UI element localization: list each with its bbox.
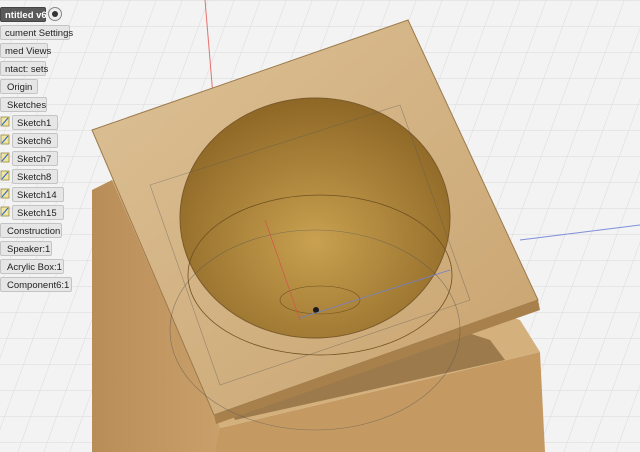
browser-item-sketch6[interactable]: Sketch6: [12, 133, 58, 148]
sketch-icon: [0, 134, 10, 145]
browser-item-document-settings[interactable]: cument Settings: [0, 25, 73, 40]
browser-item-construction[interactable]: Construction: [0, 223, 62, 238]
browser-item-sketch15[interactable]: Sketch15: [12, 205, 64, 220]
speaker-hole: [179, 97, 451, 339]
3d-viewport[interactable]: [0, 0, 640, 452]
browser-item-origin[interactable]: Origin: [0, 79, 38, 94]
browser-item-sketch1[interactable]: Sketch1: [12, 115, 58, 130]
browser-item-named-views[interactable]: med Views: [0, 43, 51, 58]
document-title[interactable]: ntitled v6: [0, 7, 47, 22]
sketch-icon: [0, 188, 10, 199]
browser-item-sketch8[interactable]: Sketch8: [12, 169, 58, 184]
browser-item-contact-sets[interactable]: ntact: sets: [0, 61, 48, 76]
sketch-icon: [0, 152, 10, 163]
browser-item-sketch7[interactable]: Sketch7: [12, 151, 58, 166]
sketch-icon: [0, 206, 10, 217]
sketch-icon: [0, 170, 10, 181]
browser-item-acrylic-box[interactable]: Acrylic Box:1: [0, 259, 64, 274]
browser-panel: ntitled v6 cument Settings med Views nta…: [0, 0, 80, 300]
eye-icon[interactable]: [48, 7, 62, 21]
sketch-icon: [0, 116, 10, 127]
browser-item-sketches[interactable]: Sketches: [0, 97, 47, 112]
browser-item-speaker[interactable]: Speaker:1: [0, 241, 52, 256]
browser-item-component6[interactable]: Component6:1: [0, 277, 72, 292]
browser-item-sketch14[interactable]: Sketch14: [12, 187, 64, 202]
